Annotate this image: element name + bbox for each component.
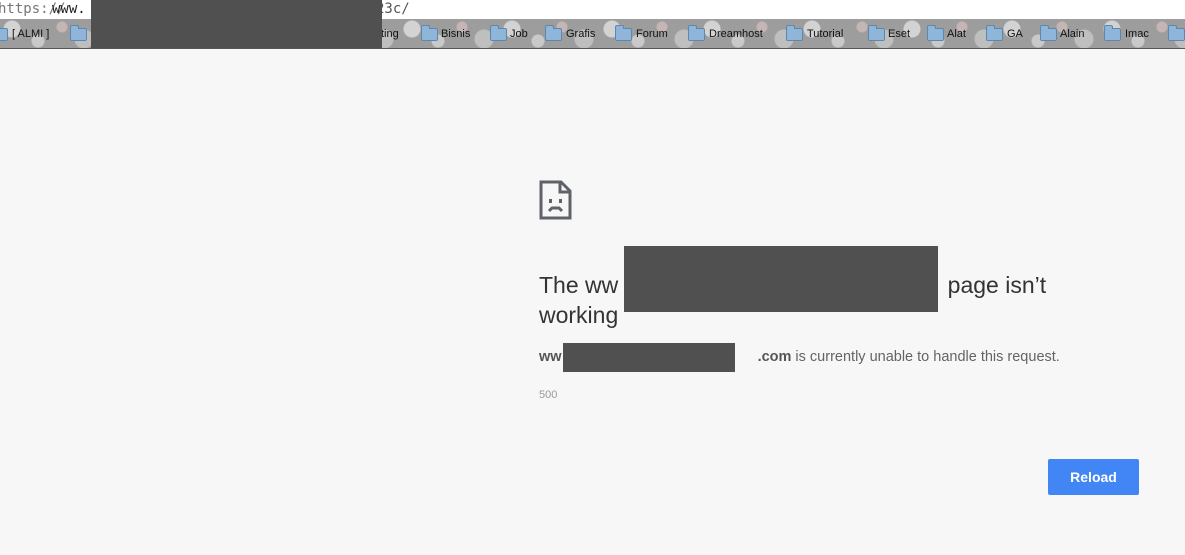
heading-prefix: The xyxy=(539,272,586,298)
redaction-block-heading xyxy=(624,246,938,312)
folder-icon xyxy=(786,25,803,41)
bookmark-imac[interactable]: Imac xyxy=(1125,25,1149,43)
desc-text: is currently unable to handle this reque… xyxy=(791,349,1060,365)
bookmark-job[interactable]: Job xyxy=(510,25,528,43)
bookmark-almi[interactable]: [ ALMI ] xyxy=(12,25,49,43)
folder-icon xyxy=(490,25,507,41)
error-code: 500 xyxy=(539,389,558,401)
bookmark-partial[interactable]: ting xyxy=(381,25,399,43)
bookmark-grafis[interactable]: Grafis xyxy=(566,25,595,43)
reload-button[interactable]: Reload xyxy=(1048,459,1139,495)
bookmark-forum[interactable]: Forum xyxy=(636,25,668,43)
folder-icon xyxy=(421,25,438,41)
desc-host-end: .com xyxy=(757,349,792,365)
folder-icon xyxy=(1104,25,1121,41)
folder-icon xyxy=(986,25,1003,41)
bookmark-alain[interactable]: Alain xyxy=(1060,25,1084,43)
folder-icon xyxy=(868,25,885,41)
folder-icon xyxy=(927,25,944,41)
redaction-block-url xyxy=(91,0,382,48)
bookmark-bisnis[interactable]: Bisnis xyxy=(441,25,470,43)
bookmark-dreamhost[interactable]: Dreamhost xyxy=(709,25,763,43)
folder-icon xyxy=(0,28,8,41)
folder-icon xyxy=(688,25,705,41)
folder-icon xyxy=(615,25,632,41)
folder-icon xyxy=(1168,25,1185,41)
desc-host-start: ww xyxy=(539,349,562,365)
bookmark-alat[interactable]: Alat xyxy=(947,25,966,43)
redaction-block-description xyxy=(563,343,735,372)
folder-icon xyxy=(1040,25,1057,41)
heading-host: ww xyxy=(585,272,619,298)
sad-document-icon xyxy=(539,180,572,220)
bookmark-eset[interactable]: Eset xyxy=(888,25,910,43)
folder-icon xyxy=(545,25,562,41)
bookmark-tutorial[interactable]: Tutorial xyxy=(807,25,843,43)
bookmark-ga[interactable]: GA xyxy=(1007,25,1023,43)
url-host: www. xyxy=(52,1,86,17)
folder-icon xyxy=(70,25,87,41)
